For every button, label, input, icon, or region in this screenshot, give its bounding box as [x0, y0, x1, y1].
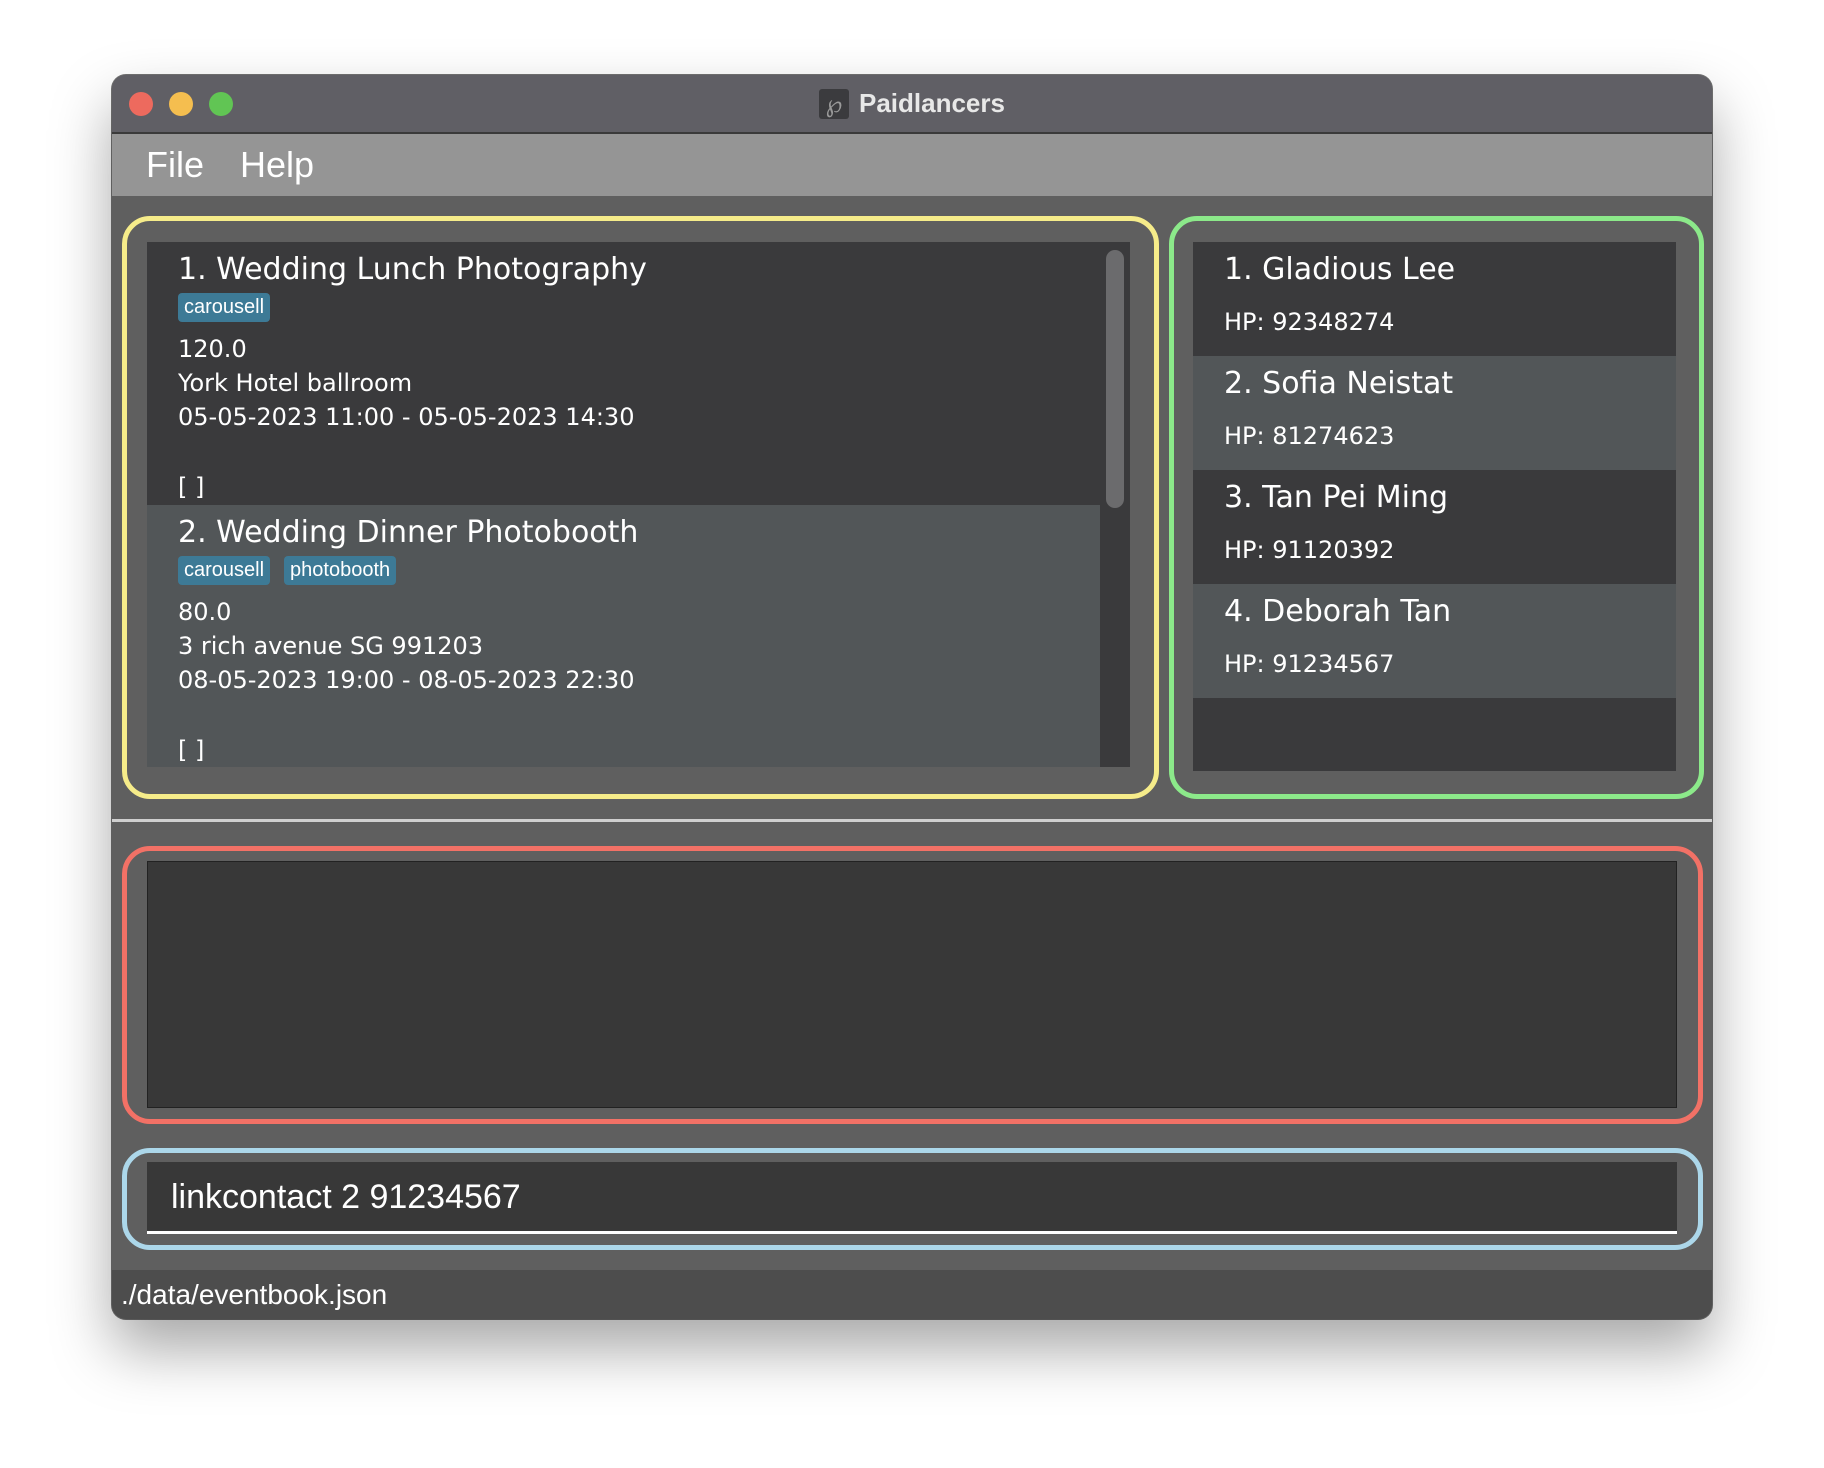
event-time: 08-05-2023 19:00 - 08-05-2023 22:30	[178, 666, 635, 694]
contact-phone: HP: 81274623	[1224, 422, 1395, 450]
event-price: 120.0	[178, 335, 247, 363]
title-bar[interactable]: ℘ Paidlancers	[112, 75, 1712, 134]
command-input-box[interactable]: linkcontact 2 91234567	[147, 1162, 1677, 1234]
contact-card[interactable]: 1. Gladious Lee HP: 92348274	[1193, 242, 1676, 356]
contact-name: 4. Deborah Tan	[1224, 594, 1452, 629]
event-list-scrollbar-thumb[interactable]	[1106, 250, 1124, 508]
event-linked-contacts: [ ]	[178, 473, 205, 501]
contact-phone: HP: 92348274	[1224, 308, 1395, 336]
event-tags: carousell photobooth	[178, 556, 397, 585]
event-card[interactable]: 1. Wedding Lunch Photography carousell 1…	[147, 242, 1100, 505]
contact-phone: HP: 91120392	[1224, 536, 1395, 564]
contact-card[interactable]: 4. Deborah Tan HP: 91234567	[1193, 584, 1676, 698]
menu-file[interactable]: File	[146, 134, 204, 196]
panel-splitter[interactable]	[112, 819, 1712, 822]
event-tag: carousell	[178, 293, 271, 322]
contact-name: 2. Sofia Neistat	[1224, 366, 1454, 401]
menu-help[interactable]: Help	[240, 134, 314, 196]
contact-card[interactable]: 2. Sofia Neistat HP: 81274623	[1193, 356, 1676, 470]
app-window: ℘ Paidlancers File Help 1. Wedding Lunch…	[112, 75, 1712, 1319]
event-title: 2. Wedding Dinner Photobooth	[178, 515, 639, 550]
contact-phone: HP: 91234567	[1224, 650, 1395, 678]
event-price: 80.0	[178, 598, 232, 626]
event-list[interactable]: 1. Wedding Lunch Photography carousell 1…	[147, 242, 1100, 767]
event-tags: carousell	[178, 293, 271, 322]
window-title-group: ℘ Paidlancers	[112, 75, 1712, 132]
contact-name: 3. Tan Pei Ming	[1224, 480, 1449, 515]
contact-list[interactable]: 1. Gladious Lee HP: 92348274 2. Sofia Ne…	[1193, 242, 1676, 771]
menu-bar: File Help	[112, 134, 1712, 196]
event-time: 05-05-2023 11:00 - 05-05-2023 14:30	[178, 403, 635, 431]
event-card[interactable]: 2. Wedding Dinner Photobooth carousell p…	[147, 505, 1100, 767]
contact-name: 1. Gladious Lee	[1224, 252, 1456, 287]
status-save-path: ./data/eventbook.json	[121, 1279, 388, 1310]
event-list-scrollbar[interactable]	[1100, 242, 1130, 767]
status-bar: ./data/eventbook.json	[112, 1270, 1712, 1319]
contact-card[interactable]: 3. Tan Pei Ming HP: 91120392	[1193, 470, 1676, 584]
window-title: Paidlancers	[859, 88, 1005, 118]
event-venue: York Hotel ballroom	[178, 369, 413, 397]
command-input[interactable]: linkcontact 2 91234567	[171, 1162, 521, 1232]
paidlancers-logo-icon: ℘	[819, 88, 849, 119]
event-tag: carousell	[178, 556, 271, 585]
event-tag: photobooth	[284, 556, 397, 585]
event-title: 1. Wedding Lunch Photography	[178, 252, 647, 287]
event-linked-contacts: [ ]	[178, 736, 205, 764]
event-venue: 3 rich avenue SG 991203	[178, 632, 484, 660]
result-display[interactable]	[147, 861, 1677, 1108]
